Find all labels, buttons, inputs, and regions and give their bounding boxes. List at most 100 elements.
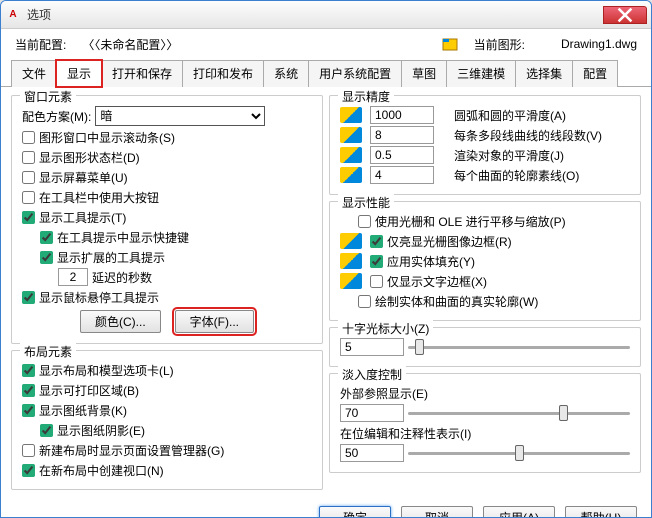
legend-layout-elements: 布局元素 xyxy=(20,343,76,360)
color-button[interactable]: 颜色(C)... xyxy=(80,310,161,333)
drawing-icon xyxy=(340,273,362,289)
tab-profiles[interactable]: 配置 xyxy=(572,60,618,87)
tab-plot[interactable]: 打印和发布 xyxy=(182,60,264,87)
lbl-printable: 显示可打印区域(B) xyxy=(39,382,139,399)
lbl-statusbar: 显示图形状态栏(D) xyxy=(39,149,140,166)
group-performance: 显示性能 使用光栅和 OLE 进行平移与缩放(P) 仅亮显光栅图像边框(R) 应… xyxy=(329,201,641,321)
drawing-icon xyxy=(442,36,458,52)
inplace-slider[interactable] xyxy=(408,444,630,462)
drawing-icon xyxy=(340,107,362,123)
drawing-icon xyxy=(340,127,362,143)
app-icon: A xyxy=(5,7,21,23)
lbl-rasterframe: 仅亮显光栅图像边框(R) xyxy=(387,233,512,250)
lbl-shadow: 显示图纸阴影(E) xyxy=(57,422,145,439)
lbl-largebuttons: 在工具栏中使用大按钮 xyxy=(39,189,159,206)
crosshair-slider[interactable] xyxy=(408,338,630,356)
lbl-pagesetup: 新建布局时显示页面设置管理器(G) xyxy=(39,442,224,459)
profile-row: 当前配置: 〈〈未命名配置〉〉 当前图形: Drawing1.dwg xyxy=(1,29,651,59)
lbl-delay: 延迟的秒数 xyxy=(92,269,152,286)
tab-display[interactable]: 显示 xyxy=(56,60,102,87)
group-crosshair: 十字光标大小(Z) xyxy=(329,327,641,367)
drawing-icon xyxy=(340,167,362,183)
render-input[interactable] xyxy=(370,146,434,164)
cb-extended[interactable] xyxy=(40,251,53,264)
lbl-xref: 外部参照显示(E) xyxy=(340,385,428,402)
legend-performance: 显示性能 xyxy=(338,194,394,211)
lbl-screenmenu: 显示屏幕菜单(U) xyxy=(39,169,128,186)
tab-selection[interactable]: 选择集 xyxy=(515,60,573,87)
tab-3dmodel[interactable]: 三维建模 xyxy=(446,60,516,87)
tab-opensave[interactable]: 打开和保存 xyxy=(101,60,183,87)
seg-input[interactable] xyxy=(370,126,434,144)
tab-file[interactable]: 文件 xyxy=(11,60,57,87)
cb-shadow[interactable] xyxy=(40,424,53,437)
tab-system[interactable]: 系统 xyxy=(263,60,309,87)
close-button[interactable] xyxy=(603,6,647,24)
inplace-input[interactable] xyxy=(340,444,404,462)
window-title: 选项 xyxy=(27,6,603,23)
titlebar: A 选项 xyxy=(1,1,651,29)
lbl-paperbg: 显示图纸背景(K) xyxy=(39,402,127,419)
cb-paperbg[interactable] xyxy=(22,404,35,417)
help-button[interactable]: 帮助(H) xyxy=(565,506,637,518)
group-window-elements: 窗口元素 配色方案(M): 暗 图形窗口中显示滚动条(S) 显示图形状态栏(D)… xyxy=(11,95,323,344)
cb-rasterframe[interactable] xyxy=(370,235,383,248)
legend-precision: 显示精度 xyxy=(338,88,394,105)
contour-input[interactable] xyxy=(370,166,434,184)
legend-window-elements: 窗口元素 xyxy=(20,88,76,105)
lbl-silhouette: 绘制实体和曲面的真实轮廓(W) xyxy=(375,293,538,310)
arc-input[interactable] xyxy=(370,106,434,124)
colorscheme-select[interactable]: 暗 xyxy=(95,106,265,126)
cb-tooltips[interactable] xyxy=(22,211,35,224)
dialog-buttons: 确定 取消 应用(A) 帮助(H) xyxy=(1,500,651,518)
tab-drafting[interactable]: 草图 xyxy=(401,60,447,87)
group-fade: 淡入度控制 外部参照显示(E) 在位编辑和注释性表示(I) xyxy=(329,373,641,473)
lbl-hover: 显示鼠标悬停工具提示 xyxy=(39,289,159,306)
cb-largebuttons[interactable] xyxy=(22,191,35,204)
lbl-textframe: 仅显示文字边框(X) xyxy=(387,273,487,290)
cb-textframe[interactable] xyxy=(370,275,383,288)
xref-slider[interactable] xyxy=(408,404,630,422)
lbl-seg: 每条多段线曲线的线段数(V) xyxy=(454,127,602,144)
lbl-extended: 显示扩展的工具提示 xyxy=(57,249,165,266)
lbl-render: 渲染对象的平滑度(J) xyxy=(454,147,564,164)
lbl-scrollbars: 图形窗口中显示滚动条(S) xyxy=(39,129,175,146)
xref-input[interactable] xyxy=(340,404,404,422)
cancel-button[interactable]: 取消 xyxy=(401,506,473,518)
cb-viewport[interactable] xyxy=(22,464,35,477)
ok-button[interactable]: 确定 xyxy=(319,506,391,518)
lbl-tabs: 显示布局和模型选项卡(L) xyxy=(39,362,174,379)
current-drawing-value: Drawing1.dwg xyxy=(561,37,637,51)
cb-statusbar[interactable] xyxy=(22,151,35,164)
tab-userpref[interactable]: 用户系统配置 xyxy=(308,60,402,87)
drawing-icon xyxy=(340,233,362,249)
lbl-contour: 每个曲面的轮廓素线(O) xyxy=(454,167,579,184)
cb-printable[interactable] xyxy=(22,384,35,397)
crosshair-input[interactable] xyxy=(340,338,404,356)
current-drawing-label: 当前图形: xyxy=(474,36,525,53)
lbl-solidfill: 应用实体填充(Y) xyxy=(387,253,475,270)
cb-shortcut[interactable] xyxy=(40,231,53,244)
lbl-raster: 使用光栅和 OLE 进行平移与缩放(P) xyxy=(375,213,566,230)
group-layout-elements: 布局元素 显示布局和模型选项卡(L) 显示可打印区域(B) 显示图纸背景(K) … xyxy=(11,350,323,490)
apply-button[interactable]: 应用(A) xyxy=(483,506,555,518)
font-button[interactable]: 字体(F)... xyxy=(175,310,254,333)
lbl-viewport: 在新布局中创建视口(N) xyxy=(39,462,164,479)
current-profile-value: 〈〈未命名配置〉〉 xyxy=(82,36,178,53)
cb-raster[interactable] xyxy=(358,215,371,228)
current-profile-label: 当前配置: xyxy=(15,36,66,53)
cb-pagesetup[interactable] xyxy=(22,444,35,457)
colorscheme-label: 配色方案(M): xyxy=(22,108,91,125)
drawing-icon xyxy=(340,147,362,163)
delay-input[interactable] xyxy=(58,268,88,286)
cb-silhouette[interactable] xyxy=(358,295,371,308)
cb-scrollbars[interactable] xyxy=(22,131,35,144)
cb-screenmenu[interactable] xyxy=(22,171,35,184)
cb-tabs[interactable] xyxy=(22,364,35,377)
legend-crosshair: 十字光标大小(Z) xyxy=(338,320,433,337)
cb-solidfill[interactable] xyxy=(370,255,383,268)
lbl-inplace: 在位编辑和注释性表示(I) xyxy=(340,425,471,442)
cb-hover[interactable] xyxy=(22,291,35,304)
legend-fade: 淡入度控制 xyxy=(338,366,406,383)
lbl-arc: 圆弧和圆的平滑度(A) xyxy=(454,107,566,124)
